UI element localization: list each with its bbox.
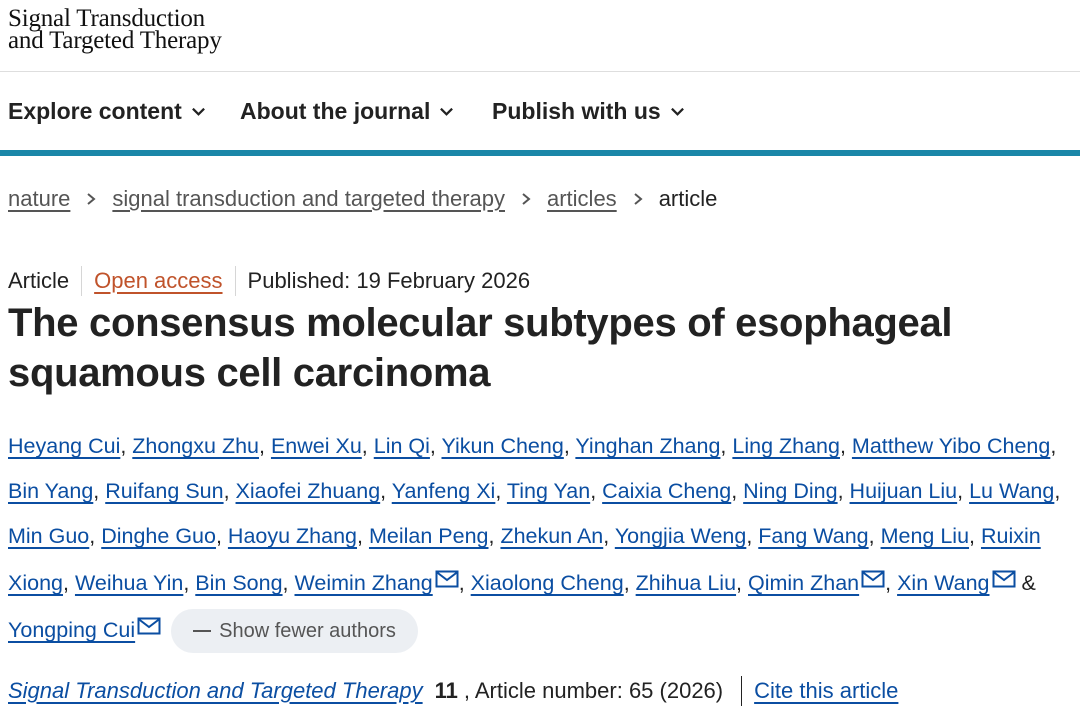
chevron-down-icon [670, 107, 684, 116]
chevron-down-icon [440, 107, 454, 116]
author-link[interactable]: Matthew Yibo Cheng [852, 434, 1050, 458]
author-link[interactable]: Xiaofei Zhuang [236, 479, 381, 503]
author-link[interactable]: Yanfeng Xi [392, 479, 496, 503]
main-nav: Explore content About the journal Publis… [0, 72, 1080, 150]
author-link[interactable]: Fang Wang [758, 524, 868, 548]
author-link[interactable]: Dinghe Guo [101, 524, 216, 548]
author-link[interactable]: Haoyu Zhang [228, 524, 357, 548]
envelope-icon[interactable] [435, 559, 459, 588]
open-access-link[interactable]: Open access [94, 268, 222, 294]
nav-label: Publish with us [492, 98, 661, 124]
author-link[interactable]: Bin Song [195, 571, 282, 595]
article-title: The consensus molecular subtypes of esop… [8, 301, 953, 395]
cite-this-article-link[interactable]: Cite this article [754, 678, 898, 704]
author-link[interactable]: Huijuan Liu [850, 479, 958, 503]
article-number: , Article number: 65 (2026) [463, 678, 724, 703]
author-link[interactable]: Ling Zhang [732, 434, 840, 458]
author-link[interactable]: Enwei Xu [271, 434, 362, 458]
nav-label: Explore content [8, 98, 182, 124]
author-link[interactable]: Ting Yan [507, 479, 590, 503]
author-link[interactable]: Zhongxu Zhu [132, 434, 259, 458]
volume: 11 [434, 678, 458, 703]
published-date: Published: 19 February 2026 [247, 268, 531, 293]
author-link[interactable]: Zhihua Liu [636, 571, 736, 595]
author-link[interactable]: Qimin Zhan [748, 571, 859, 595]
author-link[interactable]: Yongjia Weng [615, 524, 747, 548]
envelope-icon[interactable] [861, 559, 885, 588]
chevron-down-icon [191, 107, 205, 116]
logo-line-2: and Targeted Therapy [8, 27, 222, 54]
nav-label: About the journal [240, 98, 431, 124]
nav-publish-with-us[interactable]: Publish with us [492, 98, 685, 125]
meta-divider [81, 266, 83, 296]
author-link[interactable]: Weihua Yin [75, 571, 183, 595]
breadcrumb: nature signal transduction and targeted … [8, 186, 717, 212]
show-fewer-authors-label: Show fewer authors [219, 619, 396, 642]
show-fewer-authors-button[interactable]: Show fewer authors [171, 609, 418, 654]
breadcrumb-current: article [658, 186, 718, 211]
breadcrumb-nature[interactable]: nature [8, 186, 70, 212]
author-link[interactable]: Yikun Cheng [441, 434, 563, 458]
minus-icon [193, 630, 212, 633]
chevron-right-icon [522, 193, 531, 205]
journal-link[interactable]: Signal Transduction and Targeted Therapy [8, 678, 423, 704]
envelope-icon[interactable] [992, 559, 1016, 588]
author-link[interactable]: Ning Ding [743, 479, 837, 503]
breadcrumb-articles[interactable]: articles [547, 186, 617, 212]
author-link[interactable]: Lu Wang [969, 479, 1054, 503]
author-link[interactable]: Zhekun An [500, 524, 603, 548]
author-link[interactable]: Heyang Cui [8, 434, 120, 458]
cite-divider [741, 676, 743, 706]
author-link[interactable]: Bin Yang [8, 479, 93, 503]
author-link[interactable]: Meng Liu [881, 524, 969, 548]
author-link[interactable]: Xin Wang [897, 571, 989, 595]
journal-logo[interactable]: Signal Transduction and Targeted Therapy [8, 6, 222, 54]
author-link[interactable]: Weimin Zhang [295, 571, 433, 595]
author-link[interactable]: Yongping Cui [8, 618, 135, 642]
envelope-icon[interactable] [137, 606, 161, 635]
nav-accent-bar [0, 150, 1080, 156]
author-link[interactable]: Ruifang Sun [105, 479, 223, 503]
author-link[interactable]: Meilan Peng [369, 524, 489, 548]
masthead: Signal Transduction and Targeted Therapy [0, 0, 1080, 72]
author-link[interactable]: Lin Qi [374, 434, 430, 458]
article-type: Article [8, 268, 70, 293]
meta-divider [234, 266, 236, 296]
author-link[interactable]: Yinghan Zhang [575, 434, 720, 458]
article-meta: Article Open access Published: 19 Februa… [8, 266, 530, 296]
citation-line: Signal Transduction and Targeted Therapy… [8, 676, 898, 706]
author-link[interactable]: Min Guo [8, 524, 89, 548]
nav-about-the-journal[interactable]: About the journal [240, 98, 454, 125]
chevron-right-icon [87, 193, 96, 205]
author-ampersand: & [1015, 571, 1036, 595]
author-link[interactable]: Caixia Cheng [602, 479, 731, 503]
nav-explore-content[interactable]: Explore content [8, 98, 206, 125]
author-list: Heyang Cui, Zhongxu Zhu, Enwei Xu, Lin Q… [8, 424, 1074, 654]
chevron-right-icon [634, 193, 643, 205]
author-link[interactable]: Xiaolong Cheng [471, 571, 624, 595]
breadcrumb-journal[interactable]: signal transduction and targeted therapy [112, 186, 505, 212]
